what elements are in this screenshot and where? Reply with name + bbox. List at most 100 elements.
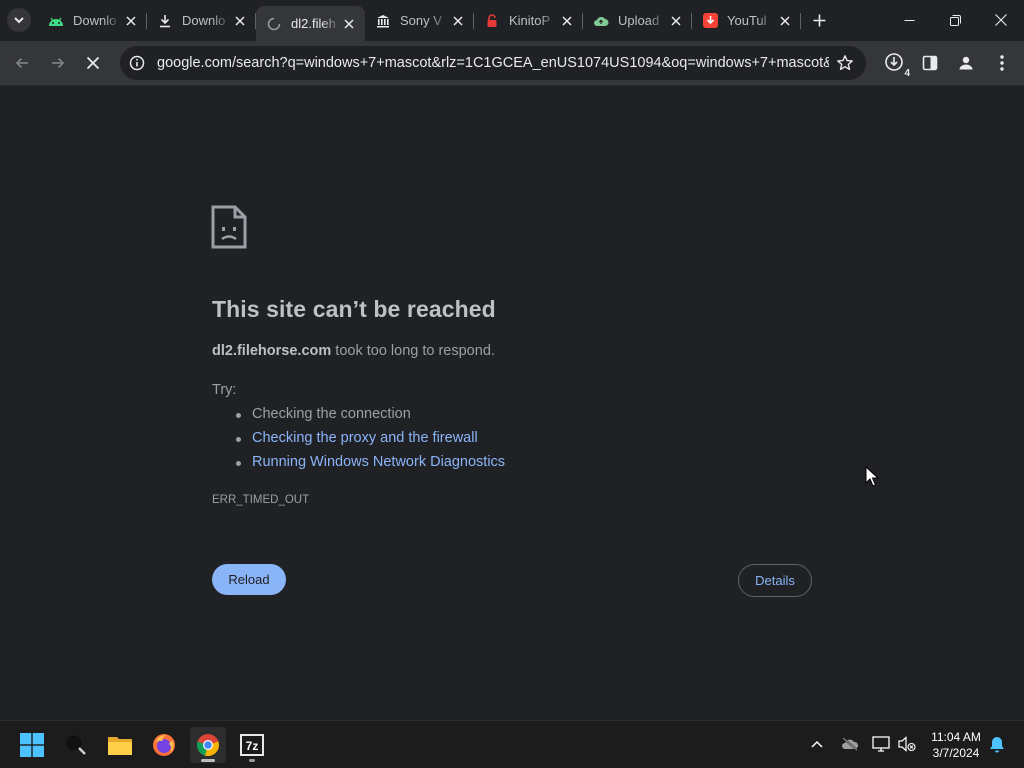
chevron-up-icon — [811, 740, 823, 748]
reload-button[interactable]: Reload — [212, 564, 286, 595]
tab-title: YouTul — [727, 13, 767, 28]
7zip-icon: 7z — [240, 734, 264, 756]
tab-title: Downlo — [182, 13, 226, 28]
onedrive-tray[interactable] — [839, 733, 861, 755]
downloads-button[interactable]: 4 — [884, 52, 910, 79]
chrome-button[interactable] — [190, 727, 226, 763]
mouse-cursor-icon — [865, 466, 879, 487]
tab-6[interactable]: Upload — [583, 6, 692, 35]
file-explorer-icon — [108, 737, 132, 755]
download-icon — [157, 13, 173, 29]
tab-7[interactable]: YouTul — [692, 6, 801, 35]
close-icon[interactable] — [450, 13, 466, 29]
tab-title: Sony V — [400, 13, 442, 28]
error-page: This site can’t be reached dl2.filehorse… — [0, 87, 1024, 720]
forward-button[interactable] — [44, 49, 72, 77]
back-button[interactable] — [8, 49, 36, 77]
close-icon[interactable] — [341, 16, 357, 32]
bookmark-star-icon[interactable] — [836, 54, 854, 72]
file-explorer-button[interactable] — [102, 727, 138, 763]
info-icon[interactable] — [129, 55, 145, 71]
downloads-count: 4 — [904, 68, 910, 79]
youtube-downloader-icon — [702, 13, 718, 29]
tab-3-active[interactable]: dl2.fileh — [256, 6, 365, 41]
close-icon[interactable] — [559, 13, 575, 29]
more-vert-icon — [1000, 55, 1004, 71]
close-icon[interactable] — [777, 13, 793, 29]
bell-icon — [990, 736, 1004, 752]
profile-button[interactable] — [955, 52, 977, 74]
tab-title: dl2.fileh — [291, 16, 336, 31]
svg-text:7z: 7z — [246, 739, 259, 753]
search-button[interactable] — [58, 727, 94, 763]
arrow-right-icon — [52, 57, 65, 69]
restore-button[interactable] — [932, 0, 978, 40]
suggestion-check-connection: Checking the connection — [236, 406, 411, 422]
chrome-icon — [196, 734, 220, 757]
side-panel-icon — [922, 55, 938, 71]
suggestion-network-diagnostics-link[interactable]: Running Windows Network Diagnostics — [235, 454, 505, 470]
tab-2[interactable]: Downlo — [147, 6, 256, 35]
sad-page-icon — [211, 205, 247, 249]
start-icon — [20, 733, 44, 757]
7zip-button[interactable]: 7z — [234, 727, 270, 763]
stop-loading-button[interactable] — [79, 49, 107, 77]
minimize-button[interactable] — [886, 0, 932, 40]
close-icon — [86, 56, 100, 70]
side-panel-button[interactable] — [919, 52, 941, 74]
firefox-button[interactable] — [146, 727, 182, 763]
new-tab-button[interactable] — [809, 10, 829, 30]
network-icon — [872, 736, 890, 752]
close-icon — [995, 14, 1007, 26]
suggestion-check-proxy-link[interactable]: Checking the proxy and the firewall — [236, 430, 478, 446]
cloud-off-icon — [842, 737, 859, 751]
error-title: This site can’t be reached — [212, 296, 496, 322]
firefox-icon — [153, 734, 175, 756]
person-icon — [959, 56, 973, 70]
lock-icon — [484, 13, 500, 29]
search-icon — [66, 735, 86, 755]
close-window-button[interactable] — [978, 0, 1024, 40]
error-message: took too long to respond. — [331, 343, 495, 359]
address-bar[interactable]: google.com/search?q=windows+7+mascot&rlz… — [120, 46, 866, 80]
details-button[interactable]: Details — [738, 564, 812, 597]
android-icon — [48, 13, 64, 29]
plus-icon — [813, 14, 825, 26]
network-tray[interactable] — [870, 733, 892, 755]
close-icon[interactable] — [232, 13, 248, 29]
tab-search-button[interactable] — [7, 8, 31, 32]
volume-tray[interactable] — [896, 733, 918, 755]
start-button[interactable] — [14, 727, 50, 763]
tab-1[interactable]: Downlo — [38, 6, 147, 35]
show-hidden-icons-button[interactable] — [806, 733, 828, 755]
tab-title: Downlo — [73, 13, 117, 28]
volume-muted-icon — [898, 736, 916, 752]
chevron-down-icon — [14, 17, 24, 24]
error-description: dl2.filehorse.com took too long to respo… — [212, 343, 495, 359]
running-indicator — [249, 759, 255, 762]
bank-icon — [375, 13, 391, 29]
clock-date: 3/7/2024 — [932, 746, 980, 760]
error-code: ERR_TIMED_OUT — [212, 494, 310, 506]
tab-title: KinitoP — [509, 13, 551, 28]
cloud-icon — [593, 13, 609, 29]
loading-spinner-icon — [266, 16, 282, 32]
error-host: dl2.filehorse.com — [212, 343, 332, 359]
notifications-button[interactable] — [986, 733, 1008, 755]
clock[interactable]: 11:04 AM 3/7/2024 — [924, 729, 988, 761]
download-progress-icon — [885, 53, 903, 71]
taskbar: 7z 11:04 AM 3/7/2024 — [0, 720, 1024, 768]
tab-strip: Downlo Downlo dl2.fileh Sony V KinitoP U… — [0, 0, 1024, 41]
url-text[interactable]: google.com/search?q=windows+7+mascot&rlz… — [157, 55, 829, 71]
close-icon[interactable] — [668, 13, 684, 29]
arrow-left-icon — [15, 57, 28, 69]
tab-separator — [800, 13, 801, 29]
try-label: Try: — [212, 382, 237, 398]
tab-4[interactable]: Sony V — [365, 6, 474, 35]
tab-5[interactable]: KinitoP — [474, 6, 583, 35]
restore-icon — [949, 14, 961, 26]
menu-button[interactable] — [991, 52, 1013, 74]
running-indicator — [201, 759, 215, 762]
close-icon[interactable] — [123, 13, 139, 29]
tab-title: Upload — [618, 13, 660, 28]
